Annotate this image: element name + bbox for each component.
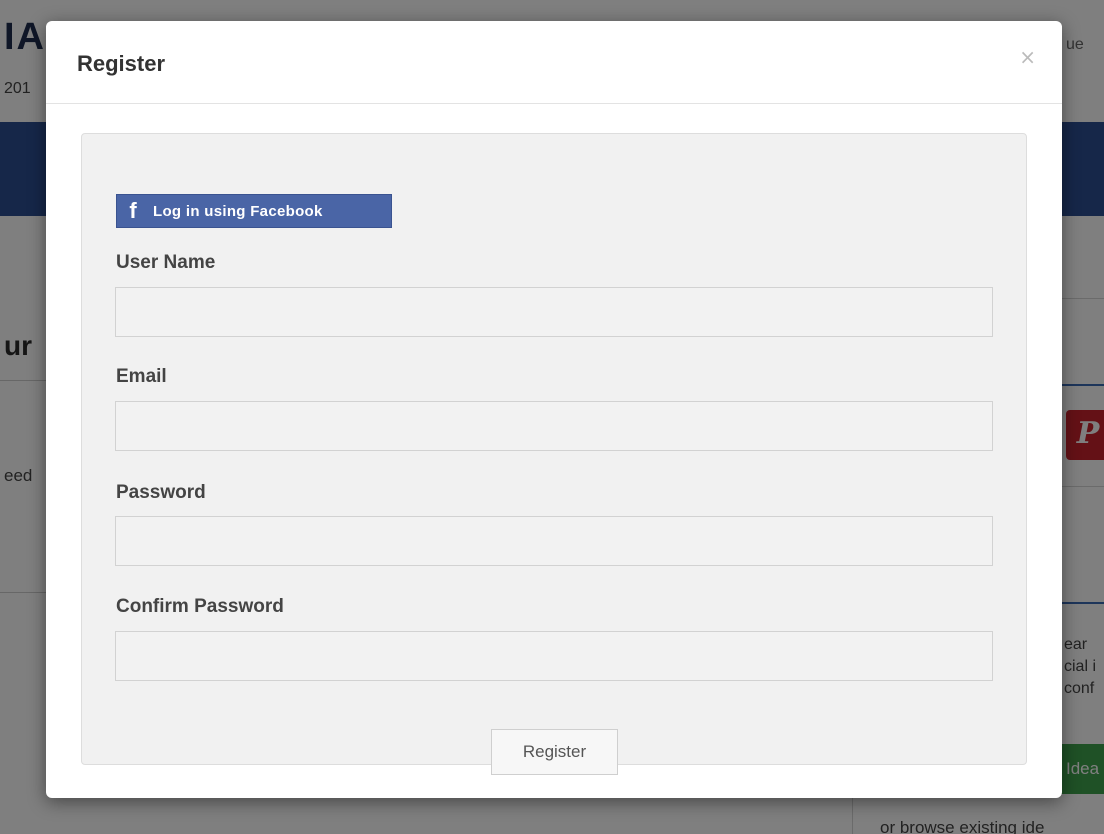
register-button[interactable]: Register (491, 729, 618, 775)
password-label: Password (116, 482, 206, 503)
register-modal: Register × f Log in using Facebook User … (46, 21, 1062, 798)
close-icon[interactable]: × (1019, 45, 1036, 69)
username-label: User Name (116, 252, 216, 273)
modal-header: Register × (46, 21, 1062, 104)
modal-title: Register (77, 51, 166, 76)
facebook-login-label: Log in using Facebook (153, 202, 323, 220)
email-field[interactable] (115, 401, 993, 451)
facebook-login-button[interactable]: f Log in using Facebook (116, 194, 392, 228)
confirm-password-field[interactable] (115, 631, 993, 681)
confirm-password-label: Confirm Password (116, 596, 284, 617)
register-form: f Log in using Facebook User Name Email … (81, 133, 1027, 775)
email-label: Email (116, 366, 167, 387)
facebook-icon: f (129, 198, 137, 223)
password-field[interactable] (115, 516, 993, 566)
username-field[interactable] (115, 287, 993, 337)
